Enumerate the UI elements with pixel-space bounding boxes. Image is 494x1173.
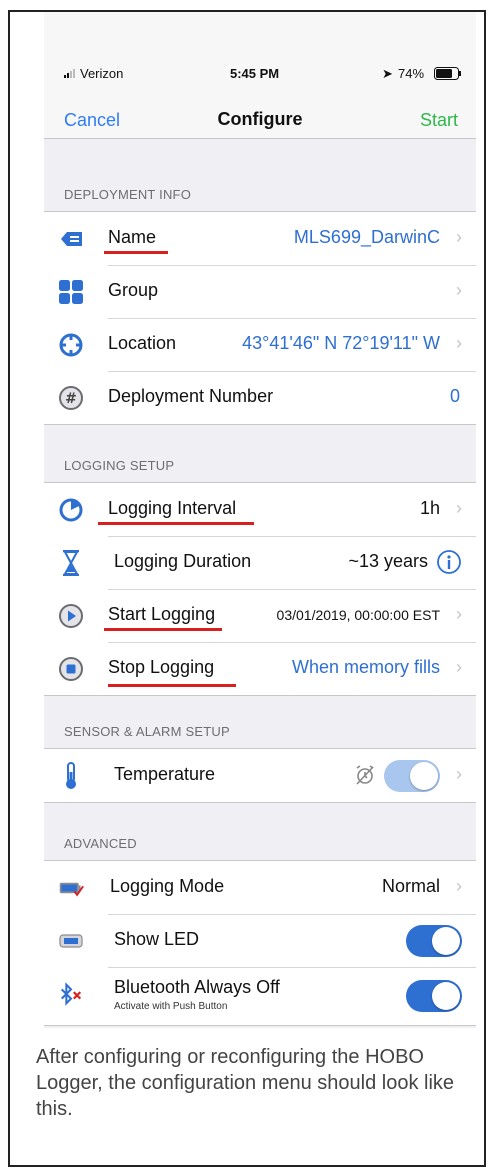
bluetooth-off-label: Bluetooth Always Off — [114, 977, 280, 997]
row-stop-logging[interactable]: Stop Logging When memory fills › — [44, 642, 476, 695]
hash-icon: # — [58, 385, 84, 411]
logging-duration-value: ~13 years — [348, 551, 428, 571]
show-led-toggle[interactable] — [406, 925, 462, 957]
phone-screen: Verizon 5:45 PM ➤ 74% Cancel Configure S… — [44, 12, 476, 1028]
advanced-group: Logging Mode Normal › Show LED Bluetooth… — [44, 860, 476, 1026]
row-deployment-number[interactable]: # Deployment Number 0 — [44, 371, 476, 424]
row-location[interactable]: Location 43°41'46" N 72°19'11" W › — [44, 318, 476, 371]
chevron-right-icon: › — [456, 333, 462, 353]
crosshair-icon — [58, 332, 84, 358]
row-show-led[interactable]: Show LED — [44, 914, 476, 967]
status-time: 5:45 PM — [230, 66, 280, 81]
logging-duration-label: Logging Duration — [114, 551, 252, 571]
logging-interval-label: Logging Interval — [108, 498, 237, 518]
bluetooth-off-sublabel: Activate with Push Button — [114, 1001, 228, 1012]
grid-icon — [58, 279, 84, 305]
stop-logging-value: When memory fills — [291, 657, 440, 677]
alarm-off-icon — [354, 764, 376, 791]
row-logging-duration: Logging Duration ~13 years — [44, 536, 476, 589]
logging-mode-label: Logging Mode — [110, 876, 225, 896]
led-icon — [58, 928, 84, 954]
section-header-sensor: SENSOR & ALARM SETUP — [64, 724, 230, 739]
row-temperature[interactable]: Temperature › — [44, 749, 476, 802]
deployment-number-value: 0 — [449, 386, 460, 406]
logging-interval-value: 1h — [419, 498, 440, 518]
location-value: 43°41'46" N 72°19'11" W — [242, 333, 440, 353]
row-start-logging[interactable]: Start Logging 03/01/2019, 00:00:00 EST › — [44, 589, 476, 642]
battery-percent: 74% — [398, 66, 425, 81]
start-logging-value: 03/01/2019, 00:00:00 EST — [276, 607, 440, 623]
info-icon[interactable] — [436, 549, 462, 580]
start-button[interactable]: Start — [420, 110, 458, 131]
chevron-right-icon: › — [456, 498, 462, 518]
play-icon — [58, 603, 84, 629]
show-led-label: Show LED — [114, 929, 200, 949]
temperature-toggle[interactable] — [384, 760, 440, 792]
location-label: Location — [108, 333, 177, 353]
group-label: Group — [108, 280, 159, 300]
battery-icon — [434, 67, 462, 83]
section-header-advanced: ADVANCED — [64, 836, 137, 851]
section-header-logging: LOGGING SETUP — [64, 458, 175, 473]
temperature-label: Temperature — [114, 764, 216, 784]
row-logging-mode[interactable]: Logging Mode Normal › — [44, 861, 476, 914]
signal-icon — [64, 66, 78, 81]
chevron-right-icon: › — [456, 604, 462, 624]
bluetooth-off-toggle[interactable] — [406, 980, 462, 1012]
row-group[interactable]: Group › — [44, 265, 476, 318]
figure-frame: Verizon 5:45 PM ➤ 74% Cancel Configure S… — [8, 10, 486, 1167]
chevron-right-icon: › — [456, 280, 462, 300]
chevron-right-icon: › — [456, 764, 462, 784]
bluetooth-off-icon — [58, 981, 84, 1007]
page-title: Configure — [217, 109, 303, 129]
chevron-right-icon: › — [456, 876, 462, 896]
red-underline — [104, 251, 168, 254]
clock-icon — [58, 497, 84, 523]
section-header-deployment: DEPLOYMENT INFO — [64, 187, 192, 202]
name-value: MLS699_DarwinC — [293, 227, 440, 247]
chevron-right-icon: › — [456, 227, 462, 247]
hourglass-icon — [58, 550, 84, 576]
red-underline — [104, 628, 222, 631]
deployment-group: Name MLS699_DarwinC › Group › Location 4… — [44, 211, 476, 425]
deployment-number-label: Deployment Number — [108, 386, 274, 406]
red-underline — [108, 684, 236, 687]
navigation-bar: Verizon 5:45 PM ➤ 74% Cancel Configure S… — [44, 12, 476, 139]
location-arrow-icon: ➤ — [382, 66, 393, 81]
logging-mode-value: Normal — [381, 876, 440, 896]
start-logging-label: Start Logging — [108, 604, 216, 624]
name-label: Name — [108, 227, 157, 247]
stop-logging-label: Stop Logging — [108, 657, 215, 677]
carrier-name: Verizon — [80, 66, 124, 81]
thermometer-icon — [58, 762, 84, 789]
battery-check-icon — [58, 875, 84, 901]
svg-text:#: # — [65, 391, 77, 407]
red-underline — [98, 522, 254, 525]
row-bluetooth-off[interactable]: Bluetooth Always Off Activate with Push … — [44, 967, 476, 1025]
row-logging-interval[interactable]: Logging Interval 1h › — [44, 483, 476, 536]
tag-icon — [58, 226, 84, 252]
figure-caption: After configuring or reconfiguring the H… — [36, 1046, 455, 1120]
stop-icon — [58, 656, 84, 682]
sensor-group: Temperature › — [44, 748, 476, 803]
row-name[interactable]: Name MLS699_DarwinC › — [44, 212, 476, 265]
chevron-right-icon: › — [456, 657, 462, 677]
logging-group: Logging Interval 1h › Logging Duration ~… — [44, 482, 476, 696]
